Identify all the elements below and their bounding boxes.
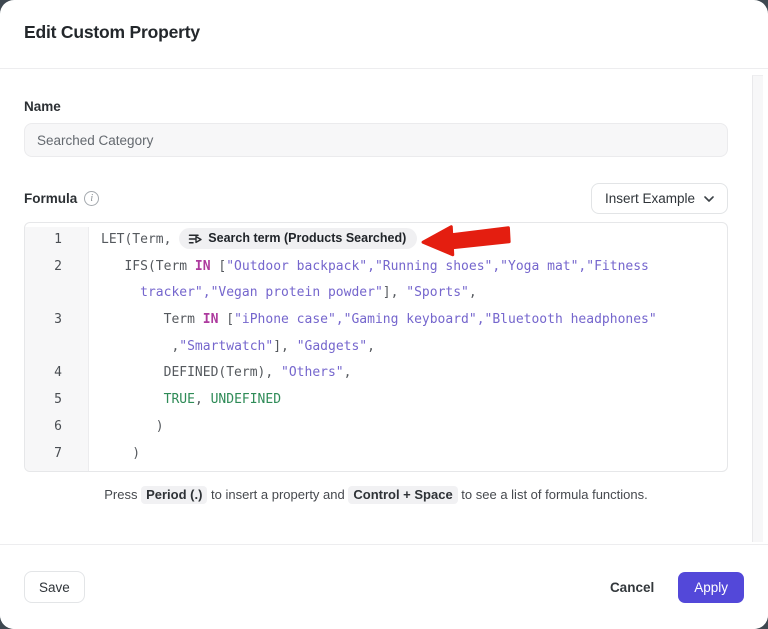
code-token: Term [101, 312, 203, 327]
code-token: "Sports" [406, 285, 469, 300]
line-number: 5 [25, 387, 89, 414]
code-token: , [417, 232, 433, 247]
formula-header-row: Formula i Insert Example [24, 183, 728, 214]
event-property-icon [188, 232, 202, 246]
code-line: tracker","Vegan protein powder"], "Sport… [89, 280, 727, 307]
code-line: ) [89, 414, 727, 441]
code-line: Term IN ["iPhone case","Gaming keyboard"… [89, 307, 727, 334]
code-token: LET(Term, [101, 232, 179, 247]
code-token [101, 285, 140, 300]
modal-footer: Save Cancel Apply [0, 544, 768, 629]
kbd-period: Period (.) [141, 486, 207, 504]
help-suffix: to see a list of formula functions. [458, 487, 648, 502]
code-line: IFS(Term IN ["Outdoor backpack","Running… [89, 254, 727, 281]
line-number [25, 280, 89, 307]
code-line: DEFINED(Term), "Others", [89, 360, 727, 387]
cancel-button[interactable]: Cancel [610, 580, 654, 595]
name-input[interactable] [24, 123, 728, 157]
property-chip[interactable]: Search term (Products Searched) [179, 228, 417, 249]
code-row: 7 ) [25, 441, 727, 468]
modal-title: Edit Custom Property [24, 22, 744, 43]
header-divider [0, 68, 768, 69]
code-line: LET(Term, Search term (Products Searched… [89, 227, 727, 254]
code-token: ) [101, 446, 140, 461]
property-chip-label: Search term (Products Searched) [208, 231, 406, 246]
apply-button[interactable]: Apply [678, 572, 744, 603]
vertical-scrollbar[interactable] [752, 75, 763, 542]
edit-custom-property-modal: Edit Custom Property Name Formula i Inse… [0, 0, 768, 629]
line-number: 4 [25, 360, 89, 387]
name-label: Name [24, 99, 728, 114]
line-number: 2 [25, 254, 89, 281]
insert-example-label: Insert Example [605, 191, 695, 206]
code-row: 1LET(Term, Search term (Products Searche… [25, 227, 727, 254]
code-line: ,"Smartwatch"], "Gadgets", [89, 334, 727, 361]
line-number: 7 [25, 441, 89, 468]
code-token [101, 392, 164, 407]
info-icon[interactable]: i [84, 191, 99, 206]
code-token: UNDEFINED [211, 392, 281, 407]
code-token: "Smartwatch" [179, 339, 273, 354]
line-number: 3 [25, 307, 89, 334]
code-token: ) [101, 419, 164, 434]
code-token: ], [273, 339, 296, 354]
red-arrow-annotation [419, 222, 513, 258]
formula-label: Formula [24, 191, 77, 206]
code-token: , [195, 392, 211, 407]
code-filler [89, 467, 727, 472]
code-row: 4 DEFINED(Term), "Others", [25, 360, 727, 387]
code-token: [ [218, 312, 234, 327]
line-number: 6 [25, 414, 89, 441]
formula-label-wrap: Formula i [24, 191, 99, 206]
code-row: 6 ) [25, 414, 727, 441]
kbd-control-space: Control + Space [348, 486, 457, 504]
code-line: ) [89, 441, 727, 468]
insert-example-button[interactable]: Insert Example [591, 183, 728, 214]
chevron-down-icon [704, 196, 714, 202]
code-token: IN [203, 312, 219, 327]
code-token: IN [195, 259, 211, 274]
line-number [25, 334, 89, 361]
backdrop: Edit Custom Property Name Formula i Inse… [0, 0, 768, 629]
gutter-filler [25, 467, 89, 472]
code-row: 5 TRUE, UNDEFINED [25, 387, 727, 414]
code-token: , [344, 365, 352, 380]
code-token: , [469, 285, 477, 300]
code-token: "iPhone case","Gaming keyboard","Bluetoo… [234, 312, 657, 327]
code-token: "Outdoor backpack","Running shoes","Yoga… [226, 259, 649, 274]
code-token: tracker","Vegan protein powder" [140, 285, 383, 300]
editor-filler-row [25, 467, 727, 472]
code-token: IFS(Term [101, 259, 195, 274]
save-button[interactable]: Save [24, 571, 85, 603]
code-token: , [101, 339, 179, 354]
formula-code-editor[interactable]: 1LET(Term, Search term (Products Searche… [24, 222, 728, 472]
code-row: ,"Smartwatch"], "Gadgets", [25, 334, 727, 361]
line-number: 1 [25, 227, 89, 254]
code-token: TRUE [164, 392, 195, 407]
code-row: tracker","Vegan protein powder"], "Sport… [25, 280, 727, 307]
code-row: 3 Term IN ["iPhone case","Gaming keyboar… [25, 307, 727, 334]
help-prefix: Press [104, 487, 141, 502]
modal-content: Name Formula i Insert Example 1LET(Term,… [0, 99, 768, 504]
code-token: "Others" [281, 365, 344, 380]
footer-right-actions: Cancel Apply [610, 572, 744, 603]
code-token: , [367, 339, 375, 354]
code-token: [ [211, 259, 227, 274]
code-token: DEFINED(Term), [101, 365, 281, 380]
code-line: TRUE, UNDEFINED [89, 387, 727, 414]
code-token: "Gadgets" [297, 339, 367, 354]
code-row: 2 IFS(Term IN ["Outdoor backpack","Runni… [25, 254, 727, 281]
code-token: ], [383, 285, 406, 300]
editor-help-text: Press Period (.) to insert a property an… [24, 486, 728, 504]
help-middle: to insert a property and [207, 487, 348, 502]
